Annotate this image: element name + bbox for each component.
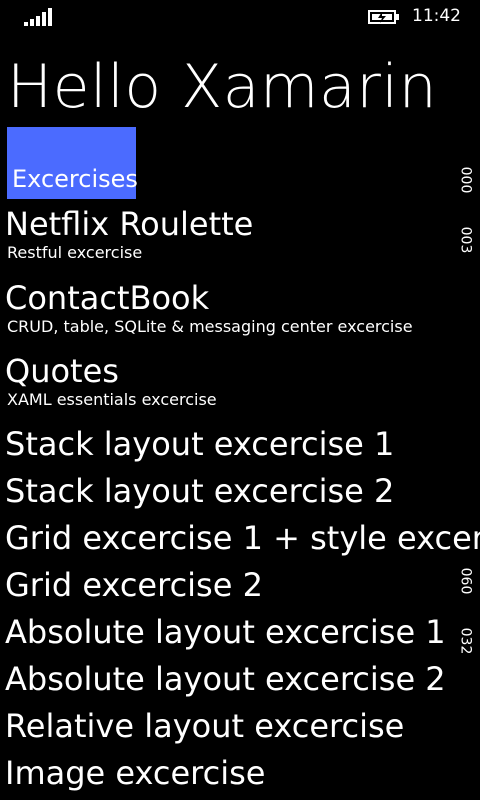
list-item[interactable]: Netflix Roulette Restful excercise	[5, 205, 253, 263]
list-item-title: Image excercise	[5, 754, 266, 792]
list-item[interactable]: ContactBook CRUD, table, SQLite & messag…	[5, 279, 413, 337]
list-item[interactable]: Grid excercise 2	[5, 566, 263, 604]
list-item-title: Netflix Roulette	[5, 205, 254, 243]
list-item-title: Grid excercise 1 + style excercise	[5, 519, 480, 557]
list-item-title: Absolute layout excercise 2	[5, 660, 446, 698]
group-header-label: Excercises	[12, 165, 138, 193]
list-item[interactable]: Relative layout excercise	[5, 707, 404, 745]
list-item-title: Quotes	[5, 352, 119, 390]
list-item-title: Absolute layout excercise 1	[5, 613, 446, 651]
status-bar: 11:42	[0, 0, 480, 32]
list-item[interactable]: Stack layout excercise 2	[5, 472, 394, 510]
debug-counter: 060	[457, 567, 474, 595]
signal-icon	[24, 8, 52, 26]
status-time: 11:42	[412, 6, 461, 26]
list-item[interactable]: Quotes XAML essentials excercise	[5, 352, 217, 410]
list-item-title: ContactBook	[5, 279, 210, 317]
list-item-subtitle: XAML essentials excercise	[7, 390, 217, 409]
list-item[interactable]: Image excercise	[5, 754, 265, 792]
list-item-title: Grid excercise 2	[5, 566, 263, 604]
list-item-title: Relative layout excercise	[5, 707, 405, 745]
list-item[interactable]: Absolute layout excercise 2	[5, 660, 446, 698]
group-header[interactable]: Excercises	[7, 127, 138, 199]
list-item[interactable]: Grid excercise 1 + style excercise	[5, 519, 480, 557]
list-item-title: Stack layout excercise 2	[5, 472, 395, 510]
list-item[interactable]: Stack layout excercise 1	[5, 425, 394, 463]
debug-counter: 003	[457, 226, 474, 254]
battery-charging-icon	[368, 10, 399, 24]
debug-counter: 000	[457, 166, 474, 194]
debug-counter: 032	[457, 627, 474, 655]
list-item-subtitle: CRUD, table, SQLite & messaging center e…	[7, 317, 413, 336]
list-item-title: Stack layout excercise 1	[5, 425, 395, 463]
page-title: Hello Xamarin	[7, 52, 438, 122]
list-item[interactable]: Absolute layout excercise 1	[5, 613, 446, 651]
list-item-subtitle: Restful excercise	[7, 243, 143, 262]
